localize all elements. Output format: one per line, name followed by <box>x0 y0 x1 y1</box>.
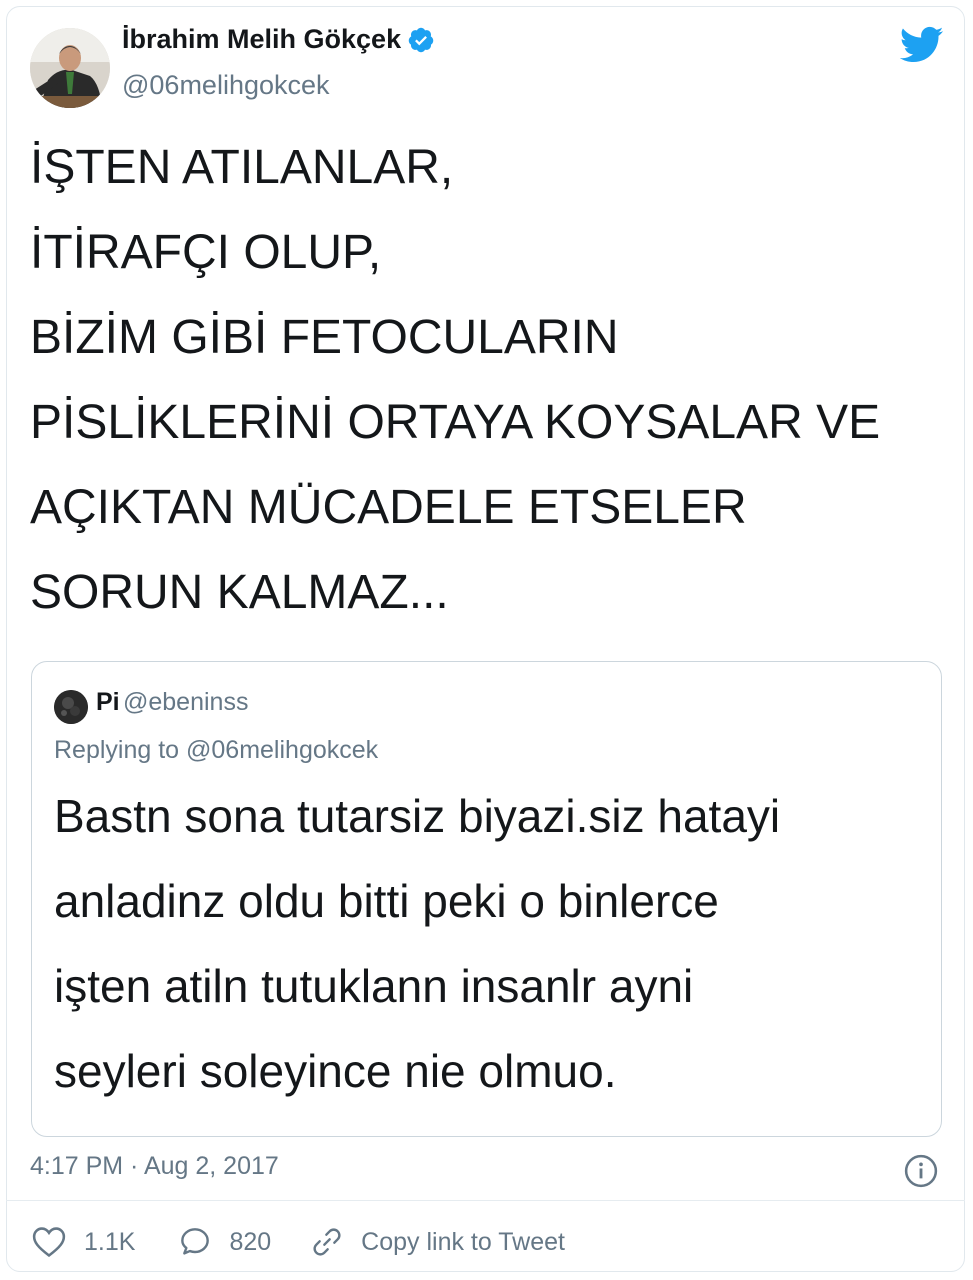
quoted-text-line: seyleri soleyince nie olmuo. <box>54 1045 617 1097</box>
reply-button[interactable]: 820 <box>179 1226 271 1258</box>
author-display-name[interactable]: İbrahim Melih Gökçek <box>122 24 435 55</box>
quoted-replying-to: Replying to @06melihgokcek <box>54 736 379 764</box>
twitter-bird-icon[interactable] <box>900 26 944 64</box>
heart-icon <box>32 1227 66 1258</box>
author-avatar[interactable] <box>30 28 110 108</box>
divider <box>6 1200 965 1201</box>
quoted-text: Bastn sona tutarsiz biyazi.siz hatayi an… <box>54 774 924 1114</box>
tweet-text-line: SORUN KALMAZ... <box>30 566 449 619</box>
tweet-text-line: İTİRAFÇI OLUP, <box>30 226 382 279</box>
tweet-text: İŞTEN ATILANLAR, İTİRAFÇI OLUP, BİZİM Gİ… <box>30 125 940 635</box>
copy-link-button[interactable]: Copy link to Tweet <box>311 1226 565 1258</box>
copy-link-label: Copy link to Tweet <box>361 1227 565 1256</box>
quoted-name: Pi <box>96 688 120 716</box>
reply-count: 820 <box>229 1227 272 1256</box>
quoted-text-line: işten atiln tutuklann insanlr ayni <box>54 960 694 1012</box>
tweet-text-line: İŞTEN ATILANLAR, <box>30 141 454 194</box>
quoted-text-line: anladinz oldu bitti peki o binlerce <box>54 875 719 927</box>
reply-bubble-icon <box>181 1228 210 1255</box>
quoted-handle: @ebeninss <box>123 688 249 716</box>
info-icon[interactable] <box>904 1154 938 1188</box>
quoted-avatar <box>54 690 88 724</box>
tweet-text-line: AÇIKTAN MÜCADELE ETSELER <box>30 481 747 534</box>
link-icon <box>313 1228 341 1256</box>
tweet-text-line: PİSLİKLERİNİ ORTAYA KOYSALAR VE <box>30 396 881 449</box>
tweet-text-line: BİZİM GİBİ FETOCULARIN <box>30 311 619 364</box>
tweet-actions: 1.1K 820 Copy link to Tweet <box>32 1222 565 1262</box>
like-count: 1.1K <box>84 1227 136 1256</box>
quoted-tweet[interactable]: Pi @ebeninss Replying to @06melihgokcek … <box>31 661 942 1137</box>
author-name-text[interactable]: İbrahim Melih Gökçek <box>122 24 401 55</box>
author-handle[interactable]: @06melihgokcek <box>122 70 330 101</box>
tweet-timestamp[interactable]: 4:17 PM · Aug 2, 2017 <box>30 1152 279 1181</box>
quoted-text-line: Bastn sona tutarsiz biyazi.siz hatayi <box>54 790 781 842</box>
like-button[interactable]: 1.1K <box>32 1226 135 1258</box>
verified-badge-icon <box>408 27 434 52</box>
